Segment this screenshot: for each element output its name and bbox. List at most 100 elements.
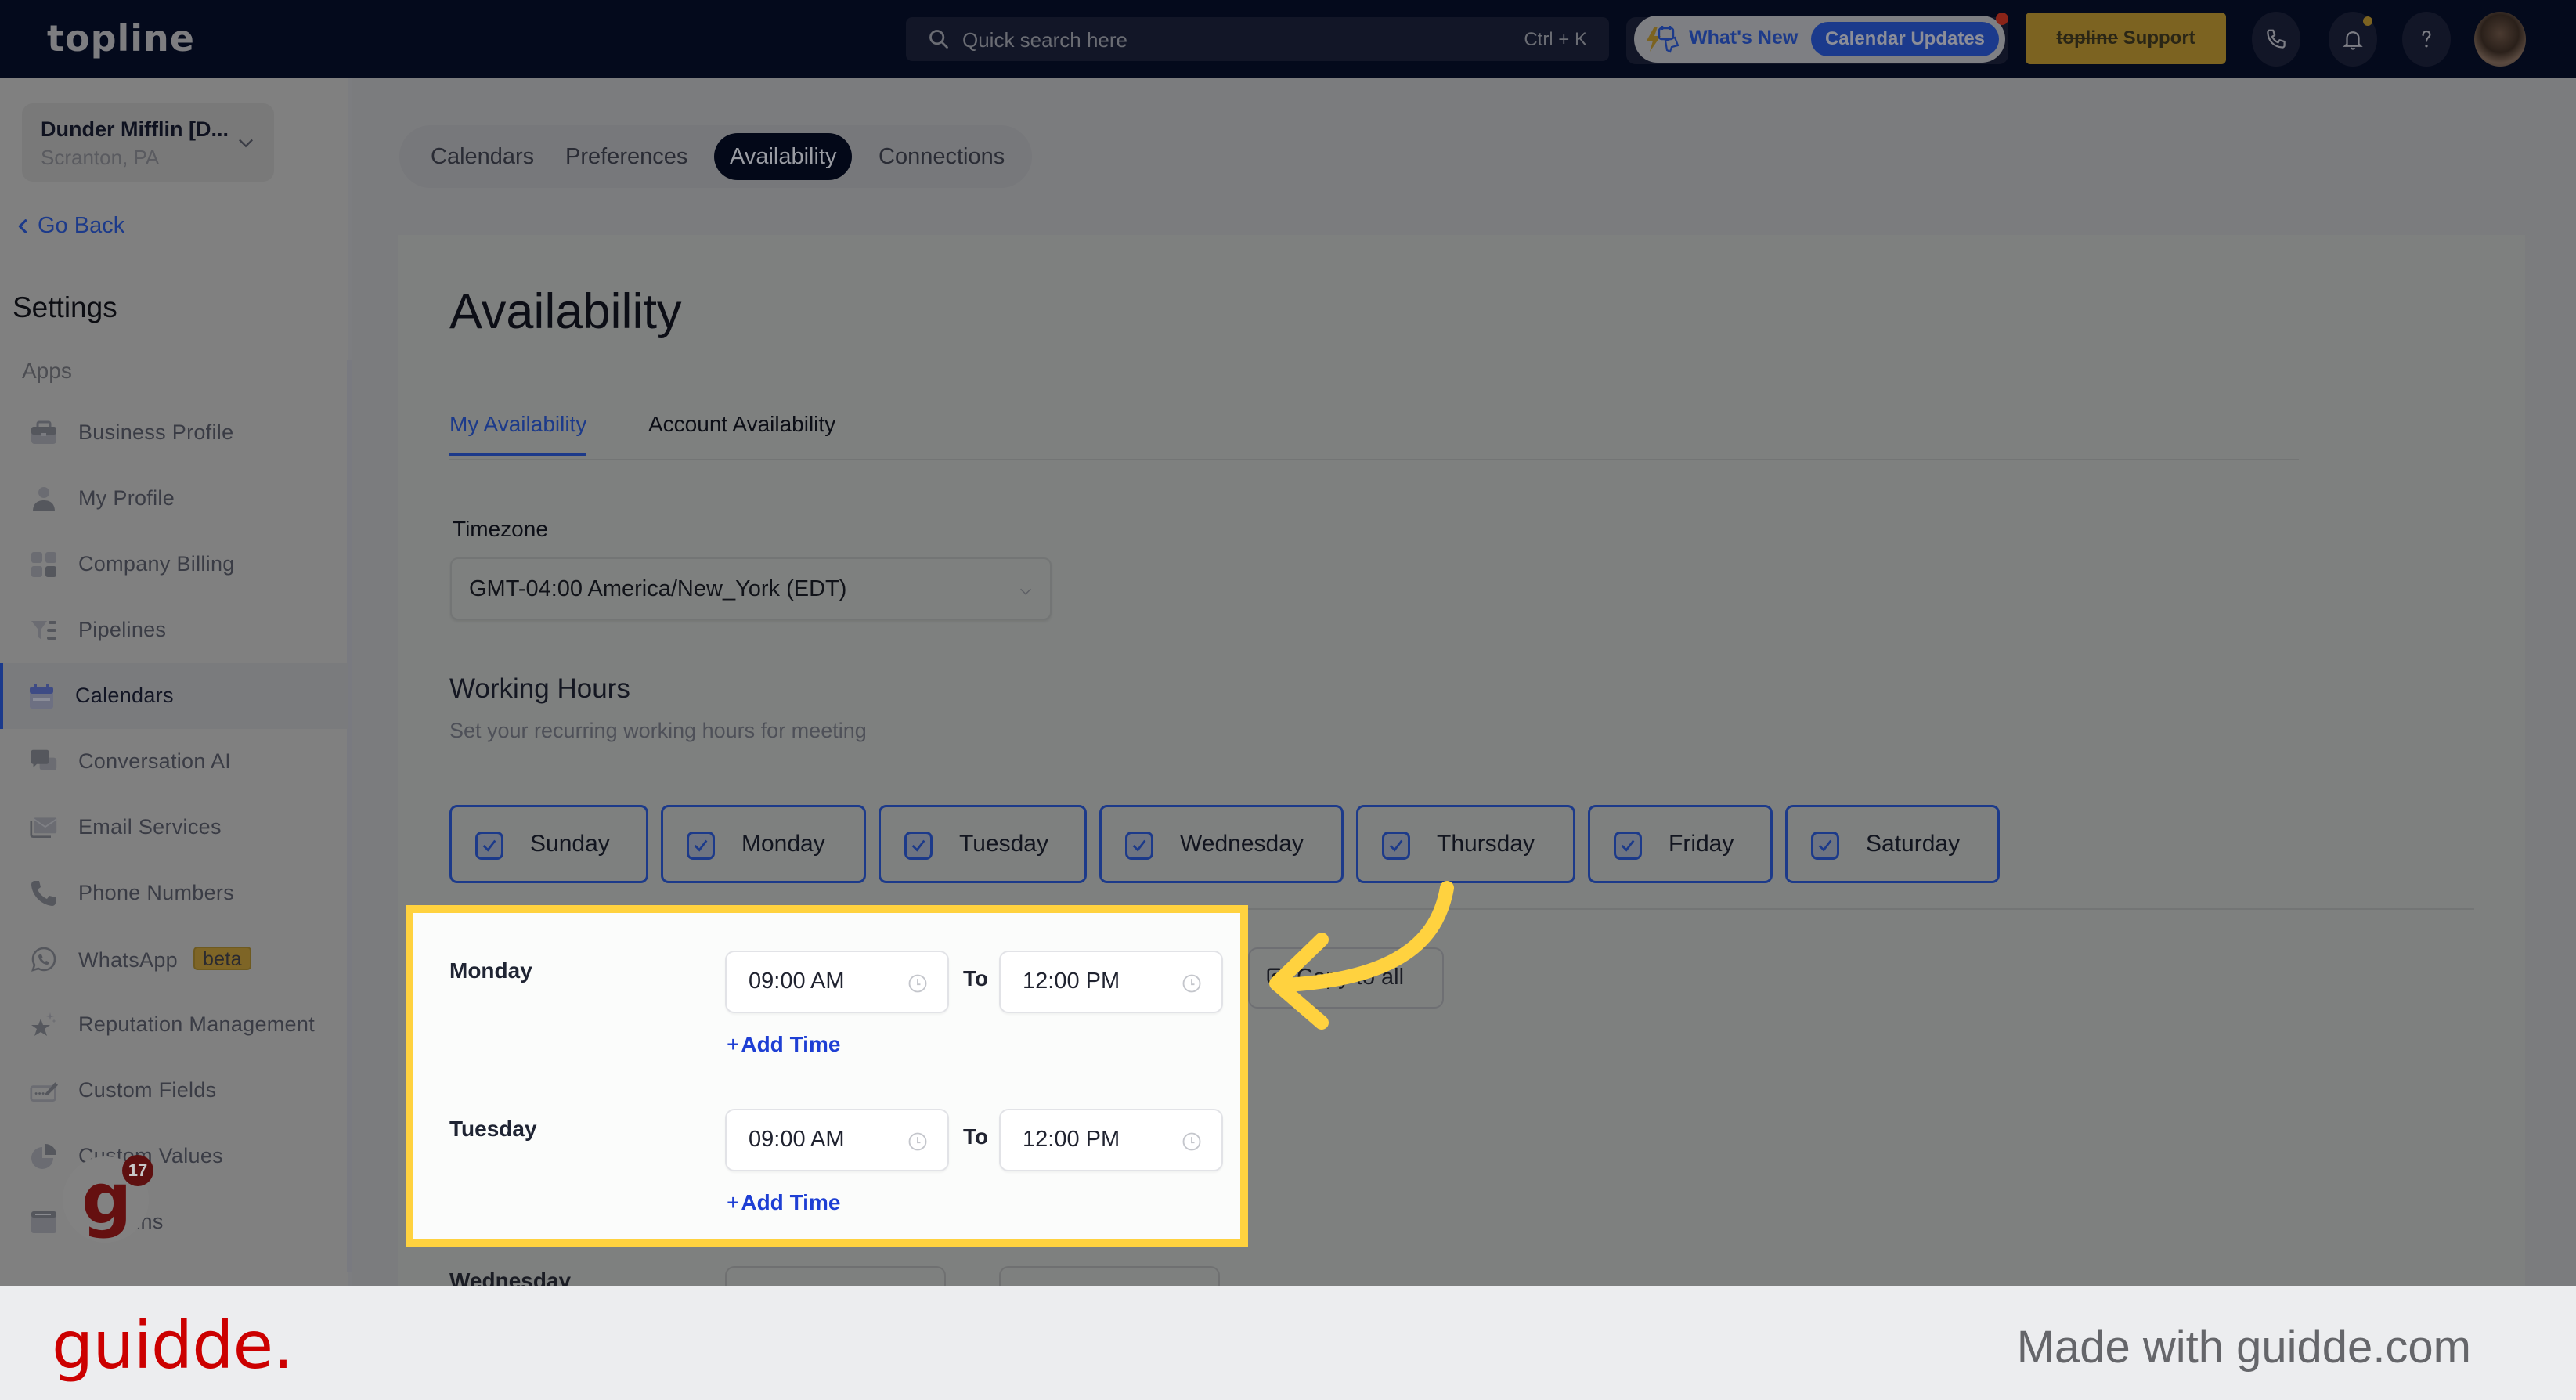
subtab-account-availability[interactable]: Account Availability bbox=[648, 412, 835, 437]
checkbox[interactable] bbox=[687, 832, 715, 860]
location-switcher[interactable]: Dunder Mifflin [D... Scranton, PA bbox=[22, 103, 274, 182]
sidebar-item-label: Reputation Management bbox=[78, 1012, 315, 1036]
sidebar-item-label: Phone Numbers bbox=[78, 881, 235, 904]
sidebar-item-calendars[interactable]: Calendars bbox=[0, 663, 348, 729]
guidde-logo: guidde. bbox=[52, 1307, 294, 1384]
checkbox[interactable] bbox=[904, 832, 933, 860]
tab-calendars[interactable]: Calendars bbox=[415, 133, 550, 180]
clock-icon bbox=[908, 1132, 927, 1151]
chevron-down-icon bbox=[1020, 588, 1031, 595]
phone-button[interactable] bbox=[2252, 12, 2300, 67]
calendar-updates-pill[interactable]: Calendar Updates bbox=[1811, 22, 1999, 56]
go-back-link[interactable]: Go Back bbox=[14, 213, 124, 239]
sidebar-item-email-services[interactable]: Email Services bbox=[0, 795, 348, 861]
location-subtitle: Scranton, PA bbox=[41, 146, 160, 169]
sidebar-scrollbar[interactable] bbox=[347, 360, 352, 1272]
checkmark-icon bbox=[911, 839, 925, 852]
top-navigation-bar: topline Quick search here Ctrl + K What'… bbox=[0, 0, 2576, 78]
sidebar-item-conversation-ai[interactable]: Conversation AI bbox=[0, 729, 348, 795]
tab-preferences[interactable]: Preferences bbox=[550, 133, 703, 180]
day-toggle-sunday[interactable]: Sunday bbox=[449, 805, 648, 883]
monday-from-time-input[interactable]: 09:00 AM bbox=[725, 951, 949, 1013]
time-value: 12:00 PM bbox=[1023, 969, 1120, 994]
tuesday-to-time-input[interactable]: 12:00 PM bbox=[999, 1109, 1223, 1171]
tab-availability[interactable]: Availability bbox=[714, 133, 853, 180]
subtab-label: Account Availability bbox=[648, 412, 836, 436]
assistant-badge-count: 17 bbox=[122, 1155, 153, 1186]
sidebar-item-my-profile[interactable]: My Profile bbox=[0, 466, 348, 532]
user-avatar[interactable] bbox=[2474, 12, 2526, 67]
sidebar-item-label: Custom Fields bbox=[78, 1078, 217, 1102]
settings-sidebar: Dunder Mifflin [D... Scranton, PA Go Bac… bbox=[0, 78, 352, 1286]
clock-icon bbox=[908, 974, 927, 993]
whats-new-button[interactable]: What's New Calendar Updates bbox=[1634, 13, 2008, 63]
checkmark-icon bbox=[1621, 839, 1635, 852]
add-time-label: Add Time bbox=[741, 1032, 841, 1056]
help-button[interactable] bbox=[2402, 12, 2451, 67]
pie-chart-icon bbox=[31, 1144, 56, 1169]
day-label: Wednesday bbox=[1180, 831, 1304, 857]
user-icon bbox=[33, 487, 55, 511]
checkmark-icon bbox=[694, 839, 708, 852]
sidebar-item-domains[interactable]: Domains bbox=[0, 1189, 348, 1255]
sidebar-item-label: Calendars bbox=[75, 684, 174, 707]
support-brand: topline bbox=[2056, 27, 2118, 49]
sidebar-item-label: Conversation AI bbox=[78, 749, 232, 773]
bell-icon bbox=[2343, 31, 2363, 50]
whatsapp-label: WhatsApp bbox=[78, 948, 178, 972]
to-label: To bbox=[963, 966, 989, 990]
phone-icon bbox=[31, 881, 56, 906]
tuesday-from-time-input[interactable]: 09:00 AM bbox=[725, 1109, 949, 1171]
notifications-button[interactable] bbox=[2329, 12, 2377, 67]
day-toggle-tuesday[interactable]: Tuesday bbox=[879, 805, 1087, 883]
funnel-icon bbox=[31, 621, 56, 640]
checkbox[interactable] bbox=[475, 832, 503, 860]
day-toggle-thursday[interactable]: Thursday bbox=[1356, 805, 1575, 883]
sidebar-item-custom-values[interactable]: Custom Values bbox=[0, 1124, 348, 1189]
checkmark-icon bbox=[1132, 839, 1146, 852]
checkbox[interactable] bbox=[1811, 832, 1839, 860]
whatsapp-icon bbox=[31, 947, 56, 972]
sidebar-item-pipelines[interactable]: Pipelines bbox=[0, 597, 348, 663]
guidde-footer: guidde. Made with guidde.com bbox=[0, 1286, 2576, 1400]
subtab-my-availability[interactable]: My Availability bbox=[449, 412, 587, 456]
briefcase-icon bbox=[31, 420, 56, 444]
schedule-day-label: Monday bbox=[449, 958, 532, 983]
checkmark-icon bbox=[1818, 839, 1832, 852]
sidebar-item-reputation-management[interactable]: Reputation Management bbox=[0, 992, 348, 1058]
search-shortcut-hint: Ctrl + K bbox=[1524, 29, 1587, 50]
monday-add-time-link[interactable]: +Add Time bbox=[727, 1032, 840, 1057]
sidebar-item-phone-numbers[interactable]: Phone Numbers bbox=[0, 861, 348, 926]
monday-to-time-input[interactable]: 12:00 PM bbox=[999, 951, 1223, 1013]
sidebar-item-company-billing[interactable]: Company Billing bbox=[0, 532, 348, 597]
search-icon bbox=[929, 30, 948, 49]
tab-connections[interactable]: Connections bbox=[863, 133, 1020, 180]
timezone-select[interactable]: GMT-04:00 America/New_York (EDT) bbox=[450, 557, 1052, 620]
checkbox[interactable] bbox=[1382, 832, 1410, 860]
day-label: Saturday bbox=[1866, 831, 1961, 857]
support-button[interactable]: topline Support bbox=[2026, 13, 2226, 64]
plus-icon: + bbox=[727, 1032, 740, 1056]
help-icon bbox=[2422, 30, 2431, 48]
sidebar-item-business-profile[interactable]: Business Profile bbox=[0, 400, 348, 466]
app-logo[interactable]: topline bbox=[47, 17, 195, 60]
checkbox[interactable] bbox=[1125, 832, 1153, 860]
day-toggle-friday[interactable]: Friday bbox=[1588, 805, 1773, 883]
day-label: Sunday bbox=[530, 831, 610, 857]
sidebar-item-whatsapp[interactable]: WhatsApp beta bbox=[0, 926, 348, 992]
day-toggle-wednesday[interactable]: Wednesday bbox=[1099, 805, 1344, 883]
notification-dot bbox=[1996, 13, 2008, 25]
quick-search-input[interactable]: Quick search here Ctrl + K bbox=[906, 17, 1609, 61]
day-toggle-saturday[interactable]: Saturday bbox=[1785, 805, 2000, 883]
active-indicator bbox=[0, 663, 3, 729]
chevron-down-icon bbox=[239, 139, 253, 148]
working-hours-title: Working Hours bbox=[449, 673, 630, 704]
beta-badge: beta bbox=[193, 947, 251, 970]
checkbox[interactable] bbox=[1614, 832, 1642, 860]
whats-new-label: What's New bbox=[1689, 27, 1799, 49]
day-label: Monday bbox=[741, 831, 825, 857]
sidebar-item-custom-fields[interactable]: Custom Fields bbox=[0, 1058, 348, 1124]
day-toggle-monday[interactable]: Monday bbox=[661, 805, 866, 883]
sidebar-group-label: Apps bbox=[22, 359, 72, 383]
tuesday-add-time-link[interactable]: +Add Time bbox=[727, 1190, 840, 1215]
